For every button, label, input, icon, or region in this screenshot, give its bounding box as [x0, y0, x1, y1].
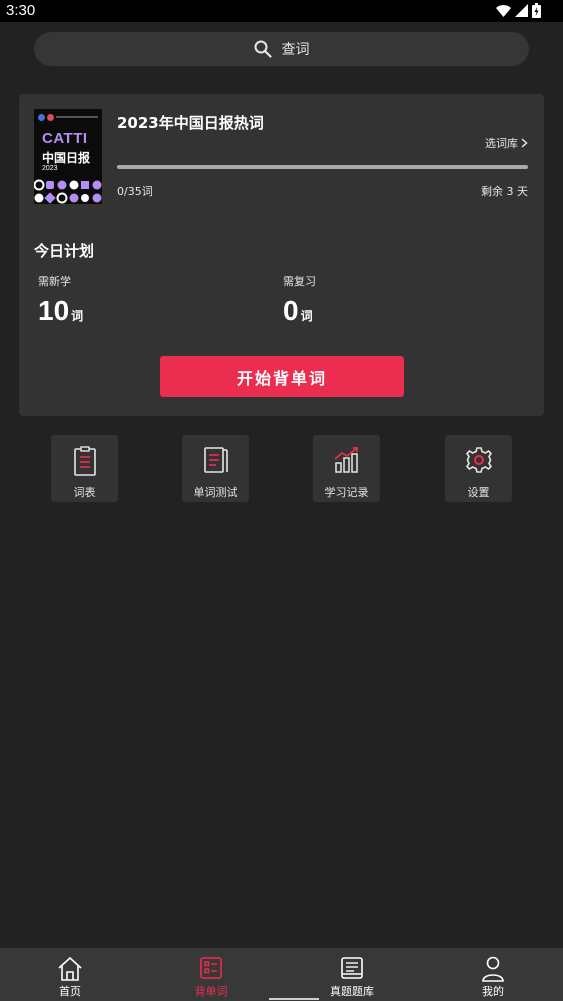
signal-icon	[515, 4, 528, 17]
notebook-test-icon	[203, 447, 228, 473]
battery-icon	[532, 3, 541, 18]
home-icon	[58, 956, 82, 981]
new-words-count: 10	[38, 295, 70, 326]
status-icons	[496, 3, 541, 18]
gear-icon	[465, 447, 492, 473]
question-bank-icon	[341, 957, 363, 979]
progress-count: 0/35词	[117, 185, 153, 198]
review-words-count: 0	[283, 295, 299, 326]
tool-label: 词表	[73, 486, 96, 499]
review-words-stat: 需复习 0词	[283, 273, 316, 327]
start-learning-button[interactable]: 开始背单词	[160, 356, 404, 397]
progress-bar	[117, 165, 528, 169]
tool-word-test[interactable]: 单词测试	[182, 435, 249, 502]
tool-word-list[interactable]: 词表	[51, 435, 118, 502]
cover-brand: CATTI	[42, 130, 88, 147]
cover-subtitle: 中国日报	[42, 151, 91, 165]
new-words-unit: 词	[71, 309, 84, 323]
nav-question-bank[interactable]: 真题题库	[312, 948, 392, 1001]
bar-chart-trend-icon	[333, 447, 358, 473]
nav-profile[interactable]: 我的	[453, 948, 533, 1001]
cover-pattern	[34, 179, 102, 204]
tool-label: 设置	[467, 486, 490, 499]
book-title: 2023年中国日报热词	[117, 114, 264, 132]
remaining-days: 剩余 3 天	[481, 185, 528, 198]
tool-label: 学习记录	[324, 486, 369, 499]
flashcard-icon	[200, 957, 222, 979]
home-indicator	[269, 998, 319, 1000]
profile-icon	[482, 956, 504, 982]
tool-settings[interactable]: 设置	[445, 435, 512, 502]
nav-label: 我的	[482, 985, 504, 998]
tool-study-record[interactable]: 学习记录	[313, 435, 380, 502]
cover-year: 2023	[42, 165, 58, 172]
nav-home[interactable]: 首页	[30, 948, 110, 1001]
cover-header	[38, 113, 98, 121]
nav-label: 背单词	[194, 985, 228, 998]
status-time: 3:30	[6, 2, 36, 19]
nav-label: 首页	[59, 985, 81, 998]
chevron-right-icon	[521, 138, 528, 148]
book-cover[interactable]: CATTI 中国日报 2023	[34, 109, 102, 204]
tool-label: 单词测试	[193, 486, 238, 499]
nav-memorize[interactable]: 背单词	[171, 948, 251, 1001]
search-label: 查词	[281, 42, 310, 58]
plan-title: 今日计划	[34, 242, 95, 260]
choose-library-label: 选词库	[485, 137, 518, 150]
search-icon	[254, 40, 272, 58]
bottom-nav: 首页 背单词 真题题库 我的	[0, 948, 563, 1001]
search-bar[interactable]: 查词	[34, 32, 529, 66]
status-bar: 3:30	[0, 0, 563, 22]
review-words-unit: 词	[300, 309, 313, 323]
clipboard-list-icon	[73, 446, 96, 476]
new-words-stat: 需新学 10 词	[38, 273, 83, 327]
review-words-label: 需复习	[283, 275, 316, 288]
new-words-label: 需新学	[38, 275, 71, 288]
wifi-icon	[496, 4, 511, 17]
book-card: CATTI 中国日报 2023 2023年中国日报热词 选词库 0/35词 剩余…	[19, 94, 544, 416]
choose-library-link[interactable]: 选词库	[485, 135, 528, 151]
nav-label: 真题题库	[330, 985, 374, 998]
